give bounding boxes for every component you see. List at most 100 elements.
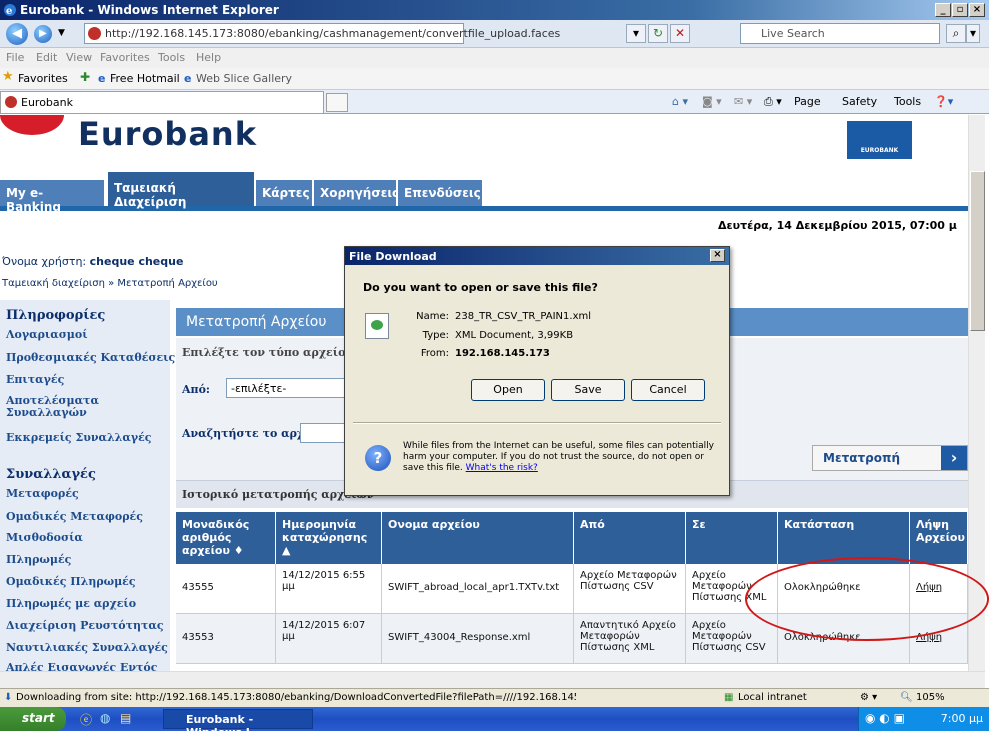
zoom-level[interactable]: 105% bbox=[916, 692, 945, 703]
search-icon[interactable]: ⌕ bbox=[946, 24, 966, 43]
maximize-button[interactable]: ▫ bbox=[952, 3, 968, 17]
file-from: 192.168.145.173 bbox=[455, 348, 550, 359]
sidebar-item-deposits[interactable]: Προθεσμιακές Καταθέσεις bbox=[6, 351, 175, 364]
nav-investments[interactable]: Επενδύσεις bbox=[398, 180, 482, 206]
protected-mode-icon[interactable]: ⚙ ▾ bbox=[860, 692, 877, 703]
sidebar-item-transfers[interactable]: Μεταφορές bbox=[6, 487, 79, 500]
quicklaunch-ie-icon[interactable]: ⓔ bbox=[80, 711, 92, 728]
menu-edit[interactable]: Edit bbox=[36, 51, 57, 64]
nav-cash-management[interactable]: Ταμειακή Διαχείριση bbox=[108, 172, 254, 209]
tab-title: Eurobank bbox=[21, 96, 73, 109]
file-name: 238_TR_CSV_TR_PAIN1.xml bbox=[455, 311, 592, 322]
minimize-button[interactable]: _ bbox=[935, 3, 951, 17]
nav-loans[interactable]: Χορηγήσεις bbox=[314, 180, 399, 206]
file-download-dialog: File Download × Do you want to open or s… bbox=[344, 246, 730, 496]
back-button[interactable]: ◀ bbox=[6, 23, 28, 45]
cmd-page[interactable]: Page bbox=[794, 95, 821, 108]
dialog-question: Do you want to open or save this file? bbox=[363, 281, 598, 294]
tray-icons[interactable]: ◉ ◐ ▣ bbox=[865, 711, 905, 725]
favorites-item-webslice[interactable]: Web Slice Gallery bbox=[196, 72, 292, 85]
promo-text: EUROBANK bbox=[860, 147, 899, 154]
sidebar-item-imports[interactable]: Απλές Εισαγωγές Εντός bbox=[6, 661, 157, 671]
history-dropdown-icon[interactable]: ▼ bbox=[58, 28, 65, 38]
from-select[interactable]: -επιλέξτε- bbox=[226, 378, 346, 398]
sidebar-item-group-payments[interactable]: Ομαδικές Πληρωμές bbox=[6, 575, 136, 588]
col-header-filename[interactable]: Ονομα αρχείου bbox=[382, 512, 574, 564]
close-window-button[interactable]: × bbox=[969, 3, 985, 17]
refresh-icon[interactable]: ↻ bbox=[648, 24, 668, 43]
nav-my-ebanking[interactable]: My e-Banking bbox=[0, 180, 104, 214]
col-header-from[interactable]: Από bbox=[574, 512, 686, 564]
sidebar-item-pending[interactable]: Εκκρεμείς Συναλλαγές bbox=[6, 431, 152, 444]
favorites-item-hotmail[interactable]: Free Hotmail bbox=[110, 72, 180, 85]
row1-date: 14/12/2015 6:55 μμ bbox=[276, 564, 382, 614]
tab-bar: Eurobank ⌂ ▾ ◙ ▾ ✉ ▾ ⎙ ▾ Page Safety Too… bbox=[0, 90, 989, 114]
webslice-link-icon: e bbox=[184, 72, 192, 85]
cmd-tools[interactable]: Tools bbox=[894, 95, 921, 108]
add-favorites-icon[interactable]: ✚ bbox=[80, 70, 90, 84]
convert-button[interactable]: Μετατροπή › bbox=[812, 445, 968, 471]
col-header-to[interactable]: Σε bbox=[686, 512, 778, 564]
menu-file[interactable]: File bbox=[6, 51, 24, 64]
menu-tools[interactable]: Tools bbox=[158, 51, 185, 64]
favorites-star-icon: ★ bbox=[2, 69, 14, 84]
sidebar-item-cheques[interactable]: Επιταγές bbox=[6, 373, 64, 386]
sidebar-item-accounts[interactable]: Λογαριασμοί bbox=[6, 328, 88, 341]
col-header-date[interactable]: Ημερομηνία καταχώρησης ▲ bbox=[276, 512, 382, 564]
home-icon[interactable]: ⌂ ▾ bbox=[672, 95, 688, 108]
cmd-safety[interactable]: Safety bbox=[842, 95, 877, 108]
row1-filename: SWIFT_abroad_local_apr1.TXTv.txt bbox=[382, 564, 574, 614]
tab-favicon bbox=[5, 96, 17, 108]
live-search-input[interactable]: Live Search bbox=[740, 23, 940, 44]
sidebar-item-liquidity[interactable]: Διαχείριση Ρευστότητας bbox=[6, 619, 164, 632]
nav-cards[interactable]: Κάρτες bbox=[256, 180, 312, 206]
favorites-button[interactable]: Favorites bbox=[18, 72, 68, 85]
col-header-id[interactable]: Μοναδικός αριθμός αρχείου ♦ bbox=[176, 512, 276, 564]
taskbar: start ⓔ ◍ ▤ Eurobank - Windows I... ◉ ◐ … bbox=[0, 707, 989, 731]
help-icon[interactable]: ❓▾ bbox=[934, 95, 953, 108]
whats-the-risk-link[interactable]: What's the risk? bbox=[466, 463, 538, 473]
horizontal-scrollbar[interactable] bbox=[0, 671, 985, 688]
address-input[interactable]: http://192.168.145.173:8080/ebanking/cas… bbox=[84, 23, 560, 44]
feeds-icon[interactable]: ◙ ▾ bbox=[702, 95, 722, 108]
loading-icon: ⬇ bbox=[4, 692, 13, 703]
sidebar-item-shipping[interactable]: Ναυτιλιακές Συναλλαγές bbox=[6, 641, 168, 654]
open-button[interactable]: Open bbox=[471, 379, 545, 401]
print-icon[interactable]: ⎙ ▾ bbox=[764, 95, 782, 109]
tab-eurobank[interactable]: Eurobank bbox=[0, 91, 324, 113]
save-button[interactable]: Save bbox=[551, 379, 625, 401]
quicklaunch-folder-icon[interactable]: ▤ bbox=[120, 711, 131, 725]
new-tab-button[interactable] bbox=[326, 93, 348, 112]
site-icon bbox=[88, 27, 101, 40]
menu-view[interactable]: View bbox=[66, 51, 92, 64]
cancel-button[interactable]: Cancel bbox=[631, 379, 705, 401]
stop-icon[interactable]: ✕ bbox=[670, 24, 690, 43]
start-button[interactable]: start bbox=[0, 707, 66, 731]
mail-icon[interactable]: ✉ ▾ bbox=[734, 95, 752, 108]
quicklaunch-browser-icon[interactable]: ◍ bbox=[100, 711, 110, 725]
sidebar-item-transaction-results[interactable]: Αποτελέσματα Συναλλαγών bbox=[6, 395, 156, 419]
forward-button[interactable]: ▶ bbox=[34, 25, 52, 43]
address-dropdown-icon[interactable]: ▾ bbox=[626, 24, 646, 43]
username-line: Όνομα χρήστη: cheque cheque bbox=[2, 255, 183, 268]
status-text: Downloading from site: http://192.168.14… bbox=[16, 692, 576, 703]
sidebar-section-info: Πληροφορίες bbox=[6, 308, 106, 323]
dialog-warning: While files from the Internet can be use… bbox=[403, 441, 721, 474]
col-header-status[interactable]: Κατάσταση bbox=[778, 512, 910, 564]
file-input[interactable] bbox=[300, 423, 346, 443]
scroll-thumb[interactable] bbox=[970, 171, 985, 331]
sidebar-item-group-transfers[interactable]: Ομαδικές Μεταφορές bbox=[6, 510, 143, 523]
sort-asc-icon: ▲ bbox=[282, 544, 291, 557]
col-header-status-label: Κατάσταση bbox=[784, 518, 855, 531]
search-options-icon[interactable]: ▾ bbox=[966, 24, 980, 43]
sidebar-item-file-payments[interactable]: Πληρωμές με αρχείο bbox=[6, 597, 136, 610]
file-name-label: Name: bbox=[416, 311, 449, 322]
taskbar-item-eurobank[interactable]: Eurobank - Windows I... bbox=[163, 709, 313, 731]
sidebar-item-payroll[interactable]: Μισθοδοσία bbox=[6, 531, 83, 544]
menu-help[interactable]: Help bbox=[196, 51, 221, 64]
sidebar-item-payments[interactable]: Πληρωμές bbox=[6, 553, 71, 566]
menu-favorites[interactable]: Favorites bbox=[100, 51, 150, 64]
dialog-close-button[interactable]: × bbox=[710, 249, 725, 262]
promo-banner[interactable]: EUROBANK bbox=[847, 121, 912, 159]
col-header-download: Λήψη Αρχείου bbox=[910, 512, 968, 564]
